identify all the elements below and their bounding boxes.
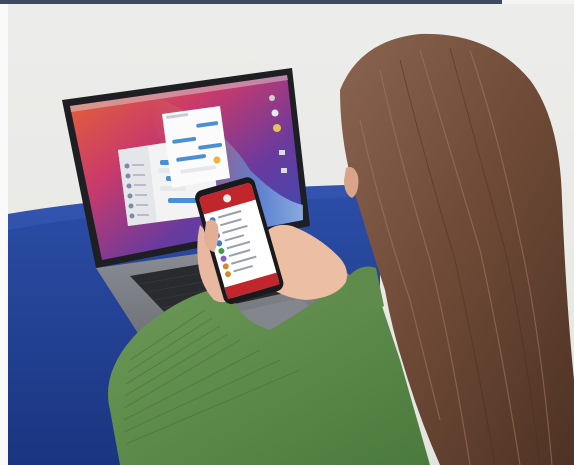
photo-frame <box>0 0 574 465</box>
laptop-chat-window-front <box>162 106 230 188</box>
photo-scene <box>8 33 574 465</box>
